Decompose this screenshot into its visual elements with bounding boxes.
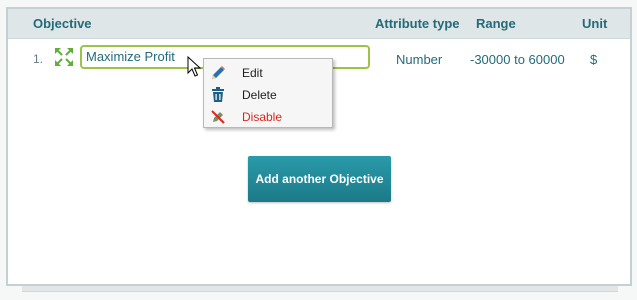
context-menu: Edit Delete Disable: [203, 58, 333, 128]
row-number: 1.: [33, 52, 44, 66]
attribute-type-cell: Number: [396, 52, 443, 67]
menu-label-disable: Disable: [242, 110, 283, 124]
unit-cell: $: [590, 52, 598, 67]
menu-item-disable[interactable]: Disable: [204, 106, 332, 128]
header-unit: Unit: [582, 16, 608, 31]
expand-icon[interactable]: [54, 47, 74, 67]
trash-icon: [209, 86, 227, 104]
add-objective-button[interactable]: Add another Objective: [248, 156, 391, 202]
mouse-cursor-icon: [187, 55, 203, 78]
header-range: Range: [476, 16, 516, 31]
pencil-icon: [209, 64, 227, 82]
menu-label-edit: Edit: [242, 66, 263, 80]
menu-item-delete[interactable]: Delete: [204, 84, 332, 106]
table-header: Objective Attribute type Range Unit: [8, 9, 630, 39]
header-attribute-type: Attribute type: [375, 16, 460, 31]
range-cell: -30000 to 60000: [470, 52, 565, 67]
disable-icon: [209, 108, 227, 126]
objectives-panel: Objective Attribute type Range Unit 1. M…: [6, 7, 632, 286]
header-objective: Objective: [33, 16, 92, 31]
menu-label-delete: Delete: [242, 88, 277, 102]
menu-item-edit[interactable]: Edit: [204, 62, 332, 84]
horizontal-scrollbar[interactable]: [22, 286, 618, 292]
